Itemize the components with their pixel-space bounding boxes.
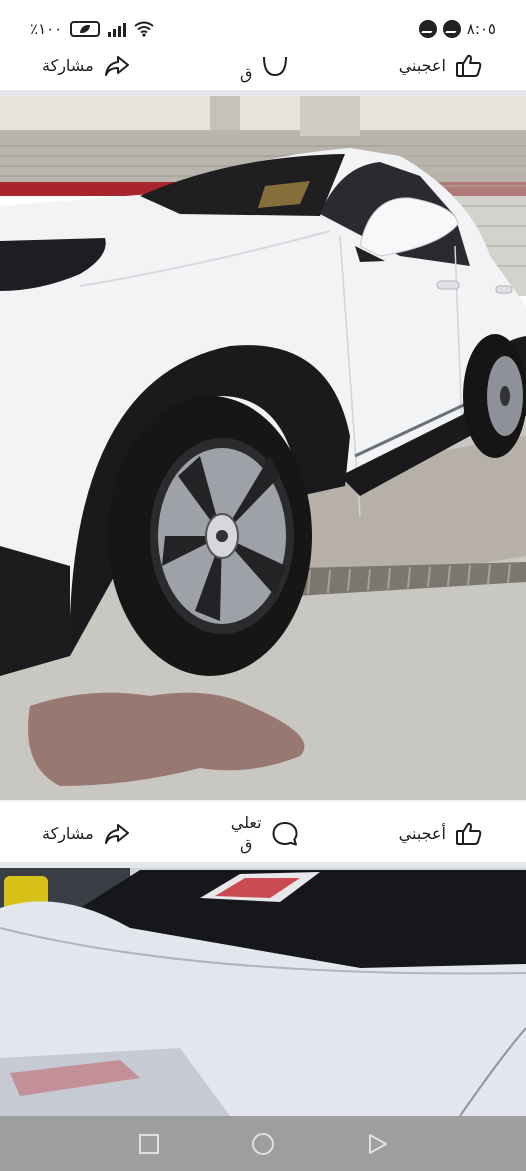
battery-percent: ٪١٠٠ [30, 20, 63, 38]
messenger-icon [418, 20, 437, 38]
wifi-icon [134, 21, 154, 37]
triangle-icon [369, 1133, 387, 1154]
comment-button[interactable]: تعلي ق [231, 812, 300, 856]
clock: ٨:٠٥ [466, 20, 496, 38]
signal-icon [108, 21, 127, 37]
comment-button[interactable]: ق [240, 47, 290, 85]
share-button[interactable]: مشاركة [42, 51, 132, 81]
status-left: ٪١٠٠ [30, 20, 154, 38]
share-label: مشاركة [42, 56, 94, 75]
comment-icon [272, 822, 298, 846]
battery-icon [70, 21, 101, 37]
thumbs-up-icon [456, 54, 482, 77]
thumbs-up-icon [455, 822, 482, 845]
status-right: ٨:٠٥ [418, 20, 496, 38]
share-icon [104, 824, 129, 844]
like-button[interactable]: أعجبني [399, 819, 484, 849]
post-actions-top: مشاركة ق اعجبني [0, 46, 526, 86]
messenger-icon [442, 20, 461, 38]
system-nav-bar [0, 1116, 526, 1171]
status-bar: ٪١٠٠ ٨:٠٥ [0, 0, 526, 48]
post-actions-mid: مشاركة تعلي ق أعجبني [0, 806, 526, 862]
car-side-image [0, 96, 526, 800]
post-photo-car-side[interactable] [0, 96, 526, 800]
share-button[interactable]: مشاركة [42, 819, 132, 849]
post-photo-car-hood[interactable] [0, 868, 526, 1116]
back-button[interactable] [365, 1132, 389, 1156]
divider [0, 800, 526, 802]
square-icon [139, 1133, 159, 1154]
circle-icon [252, 1132, 274, 1155]
like-label: اعجبني [398, 56, 446, 75]
comment-label: تعلي ق [230, 813, 262, 854]
comment-icon [263, 56, 288, 77]
car-hood-image [0, 868, 526, 1116]
recent-apps-button[interactable] [137, 1132, 161, 1156]
like-label: أعجبني [398, 824, 446, 843]
comment-label: ق [239, 64, 253, 83]
home-button[interactable] [251, 1132, 275, 1156]
share-label: مشاركة [42, 824, 94, 843]
share-icon [104, 56, 129, 76]
like-button[interactable]: اعجبني [399, 51, 484, 81]
